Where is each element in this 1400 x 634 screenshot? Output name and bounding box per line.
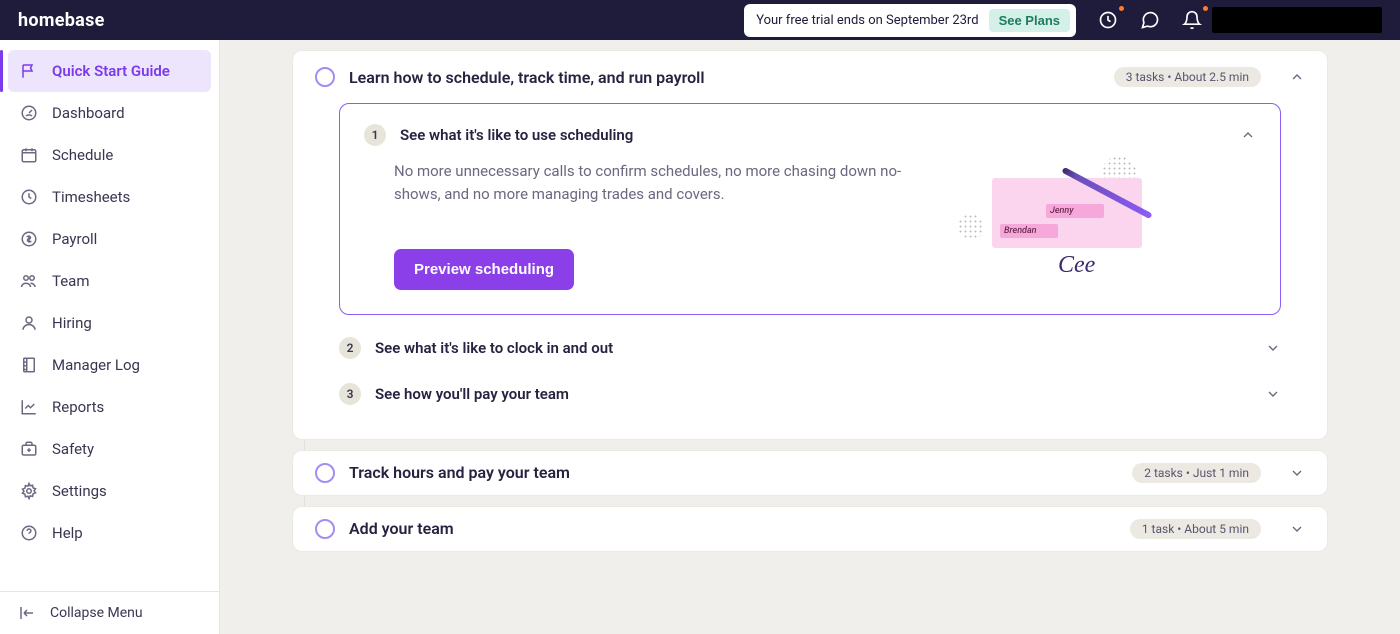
chevron-up-icon (1240, 127, 1256, 143)
section-header[interactable]: Track hours and pay your team 2 tasks • … (315, 463, 1305, 483)
sidebar-item-help[interactable]: Help (8, 512, 211, 554)
main-content: Learn how to schedule, track time, and r… (220, 40, 1400, 634)
collapse-icon (18, 604, 36, 622)
step-description: No more unnecessary calls to confirm sch… (394, 160, 934, 207)
sidebar-item-dashboard[interactable]: Dashboard (8, 92, 211, 134)
clock-icon[interactable] (1098, 10, 1118, 30)
chevron-down-icon (1265, 340, 1281, 356)
sidebar-item-label: Manager Log (52, 356, 140, 374)
section-header[interactable]: Add your team 1 task • About 5 min (315, 519, 1305, 539)
sidebar-item-team[interactable]: Team (8, 260, 211, 302)
step-title: See what it's like to use scheduling (400, 126, 1212, 144)
sidebar-item-label: Schedule (52, 146, 113, 164)
sidebar-item-label: Reports (52, 398, 104, 416)
step-row-2[interactable]: 2 See what it's like to clock in and out (315, 325, 1305, 371)
dollar-circle-icon (20, 230, 38, 248)
section-card-add-team: Add your team 1 task • About 5 min (292, 506, 1328, 552)
step-number-badge: 1 (364, 124, 386, 146)
step-header[interactable]: 1 See what it's like to use scheduling (364, 124, 1256, 160)
sidebar-item-label: Team (52, 272, 90, 290)
topbar: homebase Your free trial ends on Septemb… (0, 0, 1400, 40)
chevron-up-icon (1289, 69, 1305, 85)
chat-icon[interactable] (1140, 10, 1160, 30)
section-title: Add your team (349, 519, 1116, 538)
sidebar-item-reports[interactable]: Reports (8, 386, 211, 428)
scheduling-illustration: Jenny Brendan Cee (962, 160, 1162, 280)
notebook-icon (20, 356, 38, 374)
sidebar-item-schedule[interactable]: Schedule (8, 134, 211, 176)
sidebar-item-hiring[interactable]: Hiring (8, 302, 211, 344)
section-title: Learn how to schedule, track time, and r… (349, 68, 1100, 87)
sidebar-item-label: Help (52, 524, 83, 542)
chart-icon (20, 398, 38, 416)
see-plans-button[interactable]: See Plans (989, 9, 1070, 32)
step-row-3[interactable]: 3 See how you'll pay your team (315, 371, 1305, 417)
sidebar-item-manager-log[interactable]: Manager Log (8, 344, 211, 386)
sidebar-item-safety[interactable]: Safety (8, 428, 211, 470)
preview-scheduling-button[interactable]: Preview scheduling (394, 249, 574, 290)
sidebar-item-payroll[interactable]: Payroll (8, 218, 211, 260)
step-panel-1: 1 See what it's like to use scheduling N… (339, 103, 1281, 315)
chevron-down-icon (1289, 521, 1305, 537)
sidebar-item-label: Timesheets (52, 188, 130, 206)
section-meta: 2 tasks • Just 1 min (1132, 463, 1261, 483)
trial-pill: Your free trial ends on September 23rd S… (744, 4, 1076, 37)
flag-icon (20, 62, 38, 80)
collapse-menu-button[interactable]: Collapse Menu (0, 591, 219, 634)
sidebar-item-label: Settings (52, 482, 107, 500)
step-title: See what it's like to clock in and out (375, 339, 1237, 357)
trial-message: Your free trial ends on September 23rd (756, 13, 978, 28)
section-title: Track hours and pay your team (349, 463, 1118, 482)
sidebar-item-quick-start[interactable]: Quick Start Guide (8, 50, 211, 92)
chevron-down-icon (1289, 465, 1305, 481)
section-meta: 3 tasks • About 2.5 min (1114, 67, 1261, 87)
collapse-label: Collapse Menu (50, 605, 143, 621)
sidebar-item-timesheets[interactable]: Timesheets (8, 176, 211, 218)
sidebar-nav: Quick Start Guide Dashboard Schedule Tim… (0, 46, 219, 591)
sidebar-item-label: Payroll (52, 230, 97, 248)
sidebar-item-label: Dashboard (52, 104, 125, 122)
step-number-badge: 3 (339, 383, 361, 405)
sidebar: Quick Start Guide Dashboard Schedule Tim… (0, 40, 220, 634)
brand-logo[interactable]: homebase (18, 10, 105, 31)
step-number-badge: 2 (339, 337, 361, 359)
section-header[interactable]: Learn how to schedule, track time, and r… (315, 67, 1305, 87)
calendar-icon (20, 146, 38, 164)
sidebar-item-label: Hiring (52, 314, 92, 332)
gear-icon (20, 482, 38, 500)
sidebar-item-settings[interactable]: Settings (8, 470, 211, 512)
status-circle-icon (315, 67, 335, 87)
section-card-track: Track hours and pay your team 2 tasks • … (292, 450, 1328, 496)
clock-icon (20, 188, 38, 206)
sidebar-item-label: Safety (52, 440, 94, 458)
medkit-icon (20, 440, 38, 458)
section-meta: 1 task • About 5 min (1130, 519, 1261, 539)
chevron-down-icon (1265, 386, 1281, 402)
user-menu[interactable] (1212, 7, 1382, 33)
people-icon (20, 272, 38, 290)
status-circle-icon (315, 463, 335, 483)
step-title: See how you'll pay your team (375, 385, 1237, 403)
status-circle-icon (315, 519, 335, 539)
bell-icon[interactable] (1182, 10, 1202, 30)
sidebar-item-label: Quick Start Guide (52, 62, 170, 80)
person-icon (20, 314, 38, 332)
help-icon (20, 524, 38, 542)
section-card-learn: Learn how to schedule, track time, and r… (292, 50, 1328, 440)
dashboard-icon (20, 104, 38, 122)
